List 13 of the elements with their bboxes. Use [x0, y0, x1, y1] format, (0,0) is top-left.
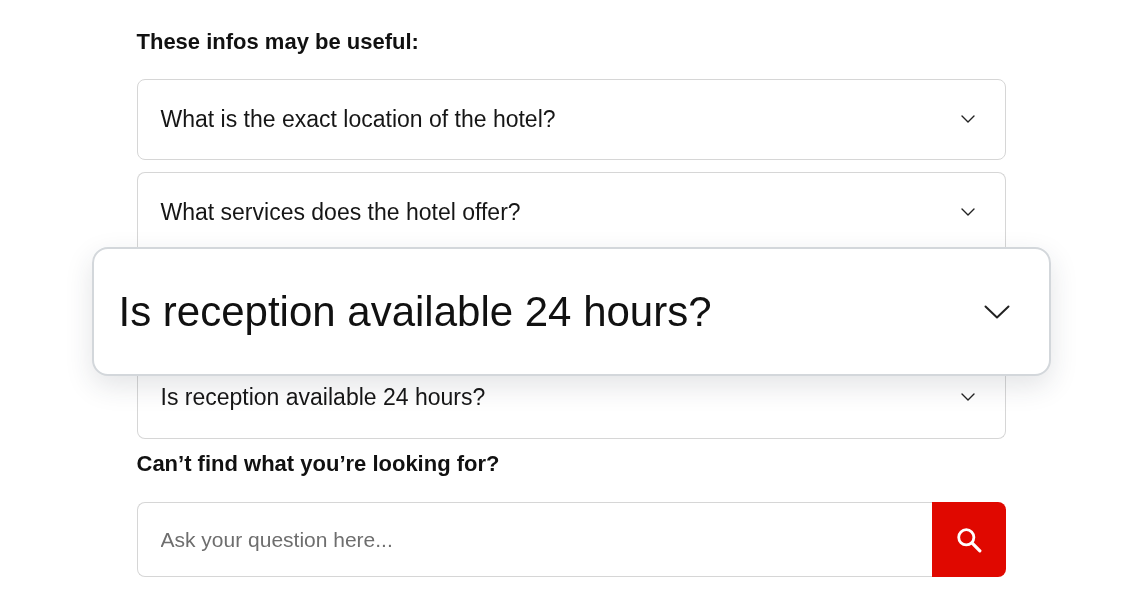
magnified-faq-item[interactable]: Is reception available 24 hours? — [91, 247, 1051, 376]
search-icon — [955, 526, 982, 553]
search-field[interactable]: Ask your question here... — [136, 502, 932, 577]
chevron-down-icon — [960, 115, 975, 123]
search-button[interactable] — [931, 502, 1006, 577]
faq-item[interactable]: What is the exact location of the hotel? — [136, 79, 1006, 160]
section-heading: These infos may be useful: — [136, 29, 420, 55]
section-heading: Can’t find what you’re looking for? — [136, 451, 501, 477]
faq-item[interactable]: What services does the hotel offer? — [136, 172, 1006, 247]
chevron-down-icon — [983, 304, 1010, 319]
chevron-down-icon — [960, 208, 975, 216]
faq-item[interactable]: Is reception available 24 hours? — [136, 376, 1006, 439]
chevron-down-icon — [960, 393, 975, 401]
